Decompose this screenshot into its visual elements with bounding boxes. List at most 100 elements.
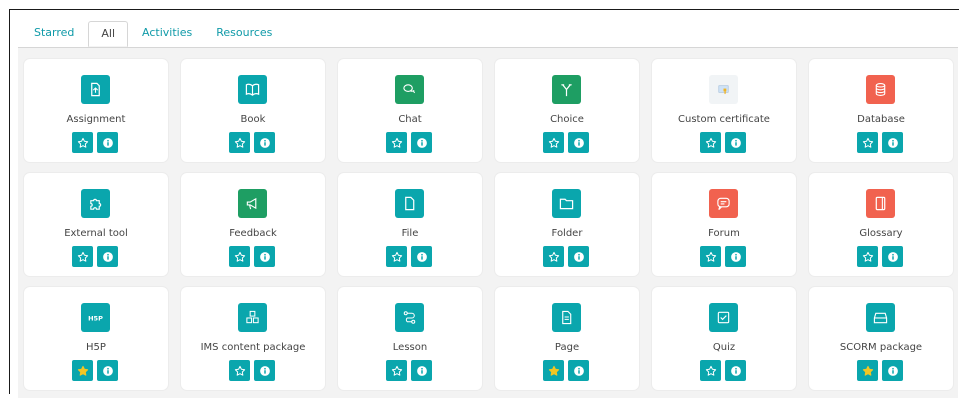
star-button[interactable] (229, 246, 250, 267)
module-card[interactable]: IMS content package (181, 287, 325, 390)
file-icon (395, 189, 424, 218)
module-actions (386, 246, 432, 267)
module-name: IMS content package (200, 342, 306, 353)
module-card[interactable]: File (338, 173, 482, 276)
module-card[interactable]: Chat (338, 59, 482, 162)
module-name: Forum (708, 228, 740, 239)
star-icon (391, 251, 402, 262)
star-button[interactable] (857, 132, 878, 153)
module-actions (857, 360, 903, 381)
module-name: Chat (398, 114, 422, 125)
module-card[interactable]: H5P H5P (24, 287, 168, 390)
module-name: Custom certificate (678, 114, 770, 125)
info-icon (416, 251, 427, 262)
info-button[interactable] (411, 246, 432, 267)
info-button[interactable] (725, 360, 746, 381)
page-icon (552, 303, 581, 332)
star-icon (705, 137, 716, 148)
module-actions (700, 360, 746, 381)
module-card[interactable]: Feedback (181, 173, 325, 276)
star-button[interactable] (700, 246, 721, 267)
module-name: Quiz (712, 342, 736, 353)
module-card[interactable]: Forum (652, 173, 796, 276)
info-icon (259, 365, 270, 376)
star-icon (548, 251, 559, 262)
module-card[interactable]: SCORM package (809, 287, 953, 390)
info-icon (416, 137, 427, 148)
info-button[interactable] (254, 246, 275, 267)
module-name: External tool (64, 228, 128, 239)
star-button[interactable] (543, 246, 564, 267)
module-card[interactable]: Custom certificate (652, 59, 796, 162)
info-button[interactable] (568, 360, 589, 381)
module-card[interactable]: External tool (24, 173, 168, 276)
info-icon (259, 251, 270, 262)
tab-starred[interactable]: Starred (22, 21, 86, 47)
star-button[interactable] (857, 360, 878, 381)
info-button[interactable] (97, 246, 118, 267)
info-button[interactable] (254, 360, 275, 381)
info-icon (573, 251, 584, 262)
star-icon (862, 251, 873, 262)
star-icon (77, 137, 88, 148)
info-button[interactable] (97, 132, 118, 153)
star-button[interactable] (229, 132, 250, 153)
svg-text:H5P: H5P (88, 314, 103, 322)
star-button[interactable] (72, 246, 93, 267)
star-button[interactable] (857, 246, 878, 267)
module-card[interactable]: Database (809, 59, 953, 162)
info-icon (730, 251, 741, 262)
star-button[interactable] (386, 246, 407, 267)
info-button[interactable] (882, 132, 903, 153)
info-icon (573, 365, 584, 376)
activity-chooser: Starred All Activities Resources Assignm… (9, 9, 959, 398)
info-button[interactable] (725, 132, 746, 153)
star-button[interactable] (72, 132, 93, 153)
module-name: Lesson (392, 342, 428, 353)
module-actions (72, 360, 118, 381)
glossary-icon (866, 189, 895, 218)
module-card[interactable]: Quiz (652, 287, 796, 390)
star-icon (705, 365, 716, 376)
star-icon (77, 365, 88, 376)
module-card[interactable]: Book (181, 59, 325, 162)
tab-all[interactable]: All (88, 21, 129, 47)
tab-resources[interactable]: Resources (204, 21, 284, 47)
info-button[interactable] (882, 246, 903, 267)
module-card[interactable]: Lesson (338, 287, 482, 390)
module-card[interactable]: Choice (495, 59, 639, 162)
module-card[interactable]: Assignment (24, 59, 168, 162)
star-button[interactable] (543, 360, 564, 381)
info-button[interactable] (568, 246, 589, 267)
module-name: Folder (551, 228, 583, 239)
info-icon (416, 365, 427, 376)
info-icon (887, 365, 898, 376)
module-actions (72, 246, 118, 267)
star-button[interactable] (543, 132, 564, 153)
star-button[interactable] (386, 132, 407, 153)
star-button[interactable] (700, 360, 721, 381)
info-button[interactable] (725, 246, 746, 267)
module-card[interactable]: Folder (495, 173, 639, 276)
star-button[interactable] (700, 132, 721, 153)
module-card[interactable]: Glossary (809, 173, 953, 276)
star-button[interactable] (386, 360, 407, 381)
module-actions (543, 246, 589, 267)
info-icon (730, 365, 741, 376)
info-button[interactable] (568, 132, 589, 153)
module-name: Book (240, 114, 266, 125)
info-button[interactable] (97, 360, 118, 381)
certificate-icon (709, 75, 738, 104)
module-actions (229, 132, 275, 153)
star-icon (234, 251, 245, 262)
star-icon (862, 137, 873, 148)
info-button[interactable] (882, 360, 903, 381)
module-card[interactable]: Page (495, 287, 639, 390)
info-button[interactable] (411, 360, 432, 381)
info-button[interactable] (411, 132, 432, 153)
info-button[interactable] (254, 132, 275, 153)
star-icon (862, 365, 873, 376)
star-button[interactable] (229, 360, 250, 381)
star-button[interactable] (72, 360, 93, 381)
tab-activities[interactable]: Activities (130, 21, 204, 47)
